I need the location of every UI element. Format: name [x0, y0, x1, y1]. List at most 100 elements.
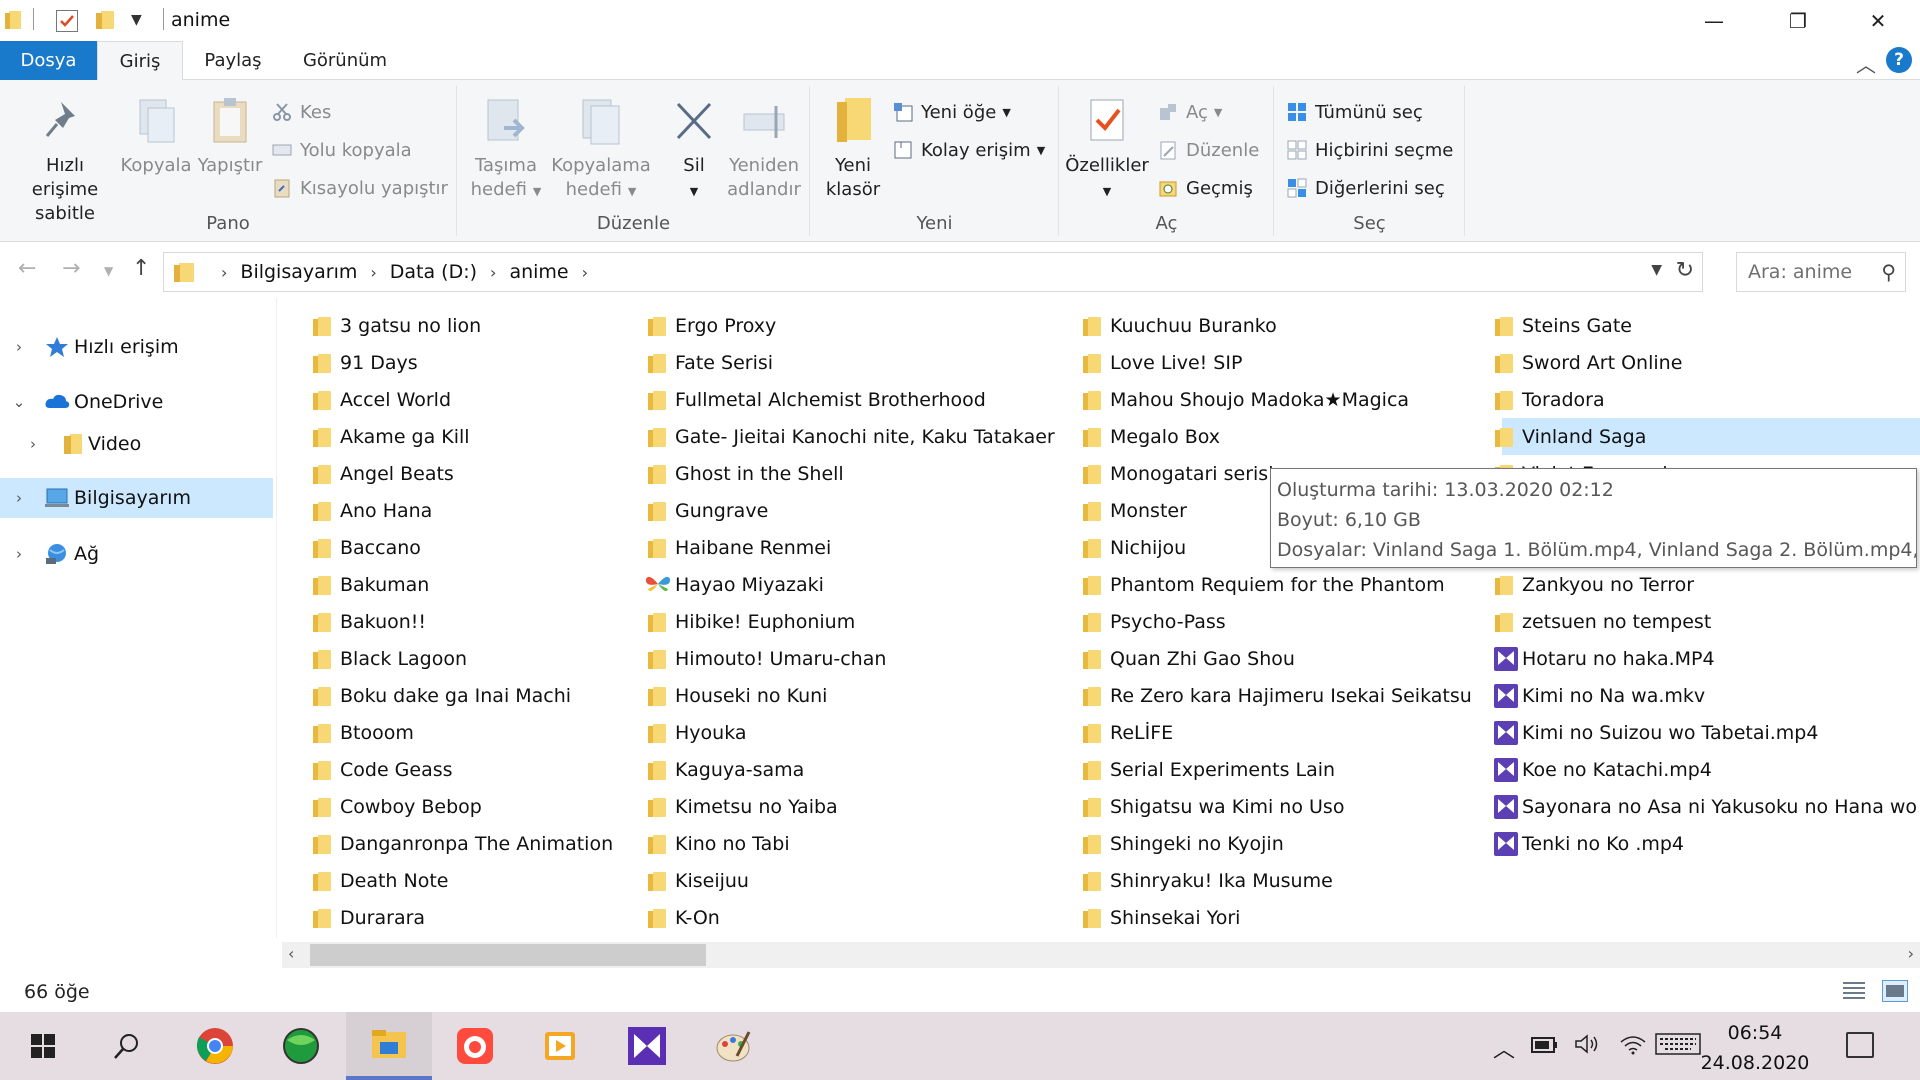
collapse-ribbon-button[interactable]: ︿: [1856, 49, 1876, 78]
rename-button[interactable]: Yeniden adlandır: [718, 94, 810, 202]
list-item[interactable]: Kimi no Na wa.mkv: [1494, 677, 1920, 714]
move-to-button[interactable]: Taşıma hedefi ▼: [466, 94, 546, 204]
chevron-right-icon[interactable]: ›: [12, 489, 26, 507]
list-item[interactable]: Death Note: [313, 862, 613, 899]
list-item[interactable]: zetsuen no tempest: [1495, 603, 1920, 640]
list-item[interactable]: Houseki no Kuni: [648, 677, 1055, 714]
list-item[interactable]: Btooom: [313, 714, 613, 751]
list-item[interactable]: Ergo Proxy: [648, 307, 1055, 344]
list-item[interactable]: Hibike! Euphonium: [648, 603, 1055, 640]
list-item[interactable]: 91 Days: [313, 344, 613, 381]
list-item[interactable]: Ano Hana: [313, 492, 613, 529]
list-item[interactable]: Kiseijuu: [648, 862, 1055, 899]
list-item[interactable]: Fullmetal Alchemist Brotherhood: [648, 381, 1055, 418]
list-item[interactable]: Haibane Renmei: [648, 529, 1055, 566]
chevron-right-icon[interactable]: ›: [12, 545, 26, 563]
list-item[interactable]: Akame ga Kill: [313, 418, 613, 455]
breadcrumb-anime[interactable]: anime: [509, 261, 568, 283]
notification-center-icon[interactable]: [1846, 1032, 1874, 1058]
refresh-button[interactable]: ↻: [1676, 258, 1694, 283]
history-button[interactable]: Geçmiş: [1158, 174, 1253, 202]
list-item[interactable]: Serial Experiments Lain: [1083, 751, 1472, 788]
list-item[interactable]: Steins Gate: [1495, 307, 1920, 344]
chevron-right-icon[interactable]: ›: [12, 338, 26, 356]
list-item[interactable]: Shingeki no Kyojin: [1083, 825, 1472, 862]
tab-view[interactable]: Görünüm: [290, 41, 400, 80]
list-item[interactable]: Accel World: [313, 381, 613, 418]
list-item[interactable]: Zankyou no Terror: [1495, 566, 1920, 603]
new-folder-quick-button[interactable]: [96, 11, 114, 29]
list-item[interactable]: Shinryaku! Ika Musume: [1083, 862, 1472, 899]
system-clock[interactable]: 06:54 24.08.2020: [1700, 1018, 1810, 1078]
address-bar[interactable]: › Bilgisayarım › Data (D:) › anime › ▼ ↻: [163, 252, 1703, 292]
show-hidden-icons-button[interactable]: ︿: [1493, 1032, 1515, 1064]
list-item[interactable]: Ghost in the Shell: [648, 455, 1055, 492]
list-item[interactable]: Durarara: [313, 899, 613, 936]
customize-toolbar-dropdown[interactable]: ▼: [131, 12, 142, 28]
pin-quick-access-button[interactable]: Hızlı erişime sabitle: [10, 94, 120, 226]
list-item[interactable]: Vinland Saga: [1495, 418, 1920, 455]
nav-item-quick-access[interactable]: › Hızlı erişim: [0, 327, 273, 367]
list-item[interactable]: Bakuman: [313, 566, 613, 603]
list-item[interactable]: Phantom Requiem for the Phantom: [1083, 566, 1472, 603]
list-item[interactable]: Kino no Tabi: [648, 825, 1055, 862]
taskbar-globe-app[interactable]: [258, 1012, 344, 1080]
list-item[interactable]: Kuuchuu Buranko: [1083, 307, 1472, 344]
list-item[interactable]: Mahou Shoujo Madoka★Magica: [1083, 381, 1472, 418]
scroll-right-arrow[interactable]: ›: [1908, 944, 1914, 963]
restore-button[interactable]: ❐: [1768, 0, 1828, 41]
list-item[interactable]: Boku dake ga Inai Machi: [313, 677, 613, 714]
list-item[interactable]: Toradora: [1495, 381, 1920, 418]
taskbar-video-app[interactable]: [604, 1012, 690, 1080]
list-item[interactable]: Psycho-Pass: [1083, 603, 1472, 640]
list-item[interactable]: Love Live! SIP: [1083, 344, 1472, 381]
nav-item-video[interactable]: › Video: [0, 424, 273, 464]
list-item[interactable]: Kimetsu no Yaiba: [648, 788, 1055, 825]
taskbar-file-explorer[interactable]: [346, 1012, 432, 1080]
breadcrumb-separator[interactable]: ›: [490, 263, 496, 282]
list-item[interactable]: Black Lagoon: [313, 640, 613, 677]
copy-path-button[interactable]: Yolu kopyala: [272, 136, 412, 164]
invert-selection-button[interactable]: Diğerlerini seç: [1287, 174, 1445, 202]
select-none-button[interactable]: Hiçbirini seçme: [1287, 136, 1453, 164]
new-item-button[interactable]: Yeni öğe ▼: [893, 98, 1011, 126]
taskbar-paint-app[interactable]: [690, 1012, 776, 1080]
list-item[interactable]: Re Zero kara Hajimeru Isekai Seikatsu: [1083, 677, 1472, 714]
address-dropdown[interactable]: ▼: [1651, 262, 1662, 278]
breadcrumb-drive[interactable]: Data (D:): [390, 261, 477, 283]
nav-item-onedrive[interactable]: ⌄ OneDrive: [0, 382, 273, 422]
easy-access-button[interactable]: Kolay erişim ▼: [893, 136, 1045, 164]
close-button[interactable]: ✕: [1848, 0, 1908, 41]
back-button[interactable]: ←: [18, 256, 36, 281]
open-button[interactable]: Aç ▼: [1158, 98, 1222, 126]
tab-home[interactable]: Giriş: [97, 41, 183, 81]
up-button[interactable]: ↑: [132, 256, 150, 281]
list-item[interactable]: Hyouka: [648, 714, 1055, 751]
keyboard-icon[interactable]: [1655, 1032, 1701, 1062]
tab-share[interactable]: Paylaş: [191, 41, 275, 80]
breadcrumb-separator[interactable]: ›: [221, 263, 227, 282]
list-item[interactable]: Fate Serisi: [648, 344, 1055, 381]
scroll-left-arrow[interactable]: ‹: [288, 944, 294, 963]
list-item[interactable]: Kaguya-sama: [648, 751, 1055, 788]
minimize-button[interactable]: —: [1684, 0, 1744, 41]
list-item[interactable]: Gate- Jieitai Kanochi nite, Kaku Tatakae…: [648, 418, 1055, 455]
search-button[interactable]: [84, 1012, 170, 1080]
battery-icon[interactable]: [1530, 1032, 1560, 1062]
list-item[interactable]: Hotaru no haka.MP4: [1494, 640, 1920, 677]
list-item[interactable]: Himouto! Umaru-chan: [648, 640, 1055, 677]
list-item[interactable]: Bakuon!!: [313, 603, 613, 640]
paste-button[interactable]: Yapıştır: [194, 94, 266, 178]
breadcrumb-computer[interactable]: Bilgisayarım: [240, 261, 357, 283]
list-item[interactable]: K-On: [648, 899, 1055, 936]
new-folder-button[interactable]: Yeni klasör: [815, 94, 891, 202]
search-input[interactable]: Ara: anime ⚲: [1736, 252, 1906, 292]
list-item[interactable]: Hayao Miyazaki: [645, 566, 1055, 603]
nav-item-network[interactable]: › Ağ: [0, 534, 273, 574]
list-item[interactable]: Kimi no Suizou wo Tabetai.mp4: [1494, 714, 1920, 751]
edit-button[interactable]: Düzenle: [1158, 136, 1259, 164]
list-item[interactable]: Cowboy Bebop: [313, 788, 613, 825]
horizontal-scrollbar[interactable]: ‹ ›: [282, 942, 1920, 968]
properties-quick-button[interactable]: [56, 10, 78, 32]
list-item[interactable]: Shigatsu wa Kimi no Uso: [1083, 788, 1472, 825]
